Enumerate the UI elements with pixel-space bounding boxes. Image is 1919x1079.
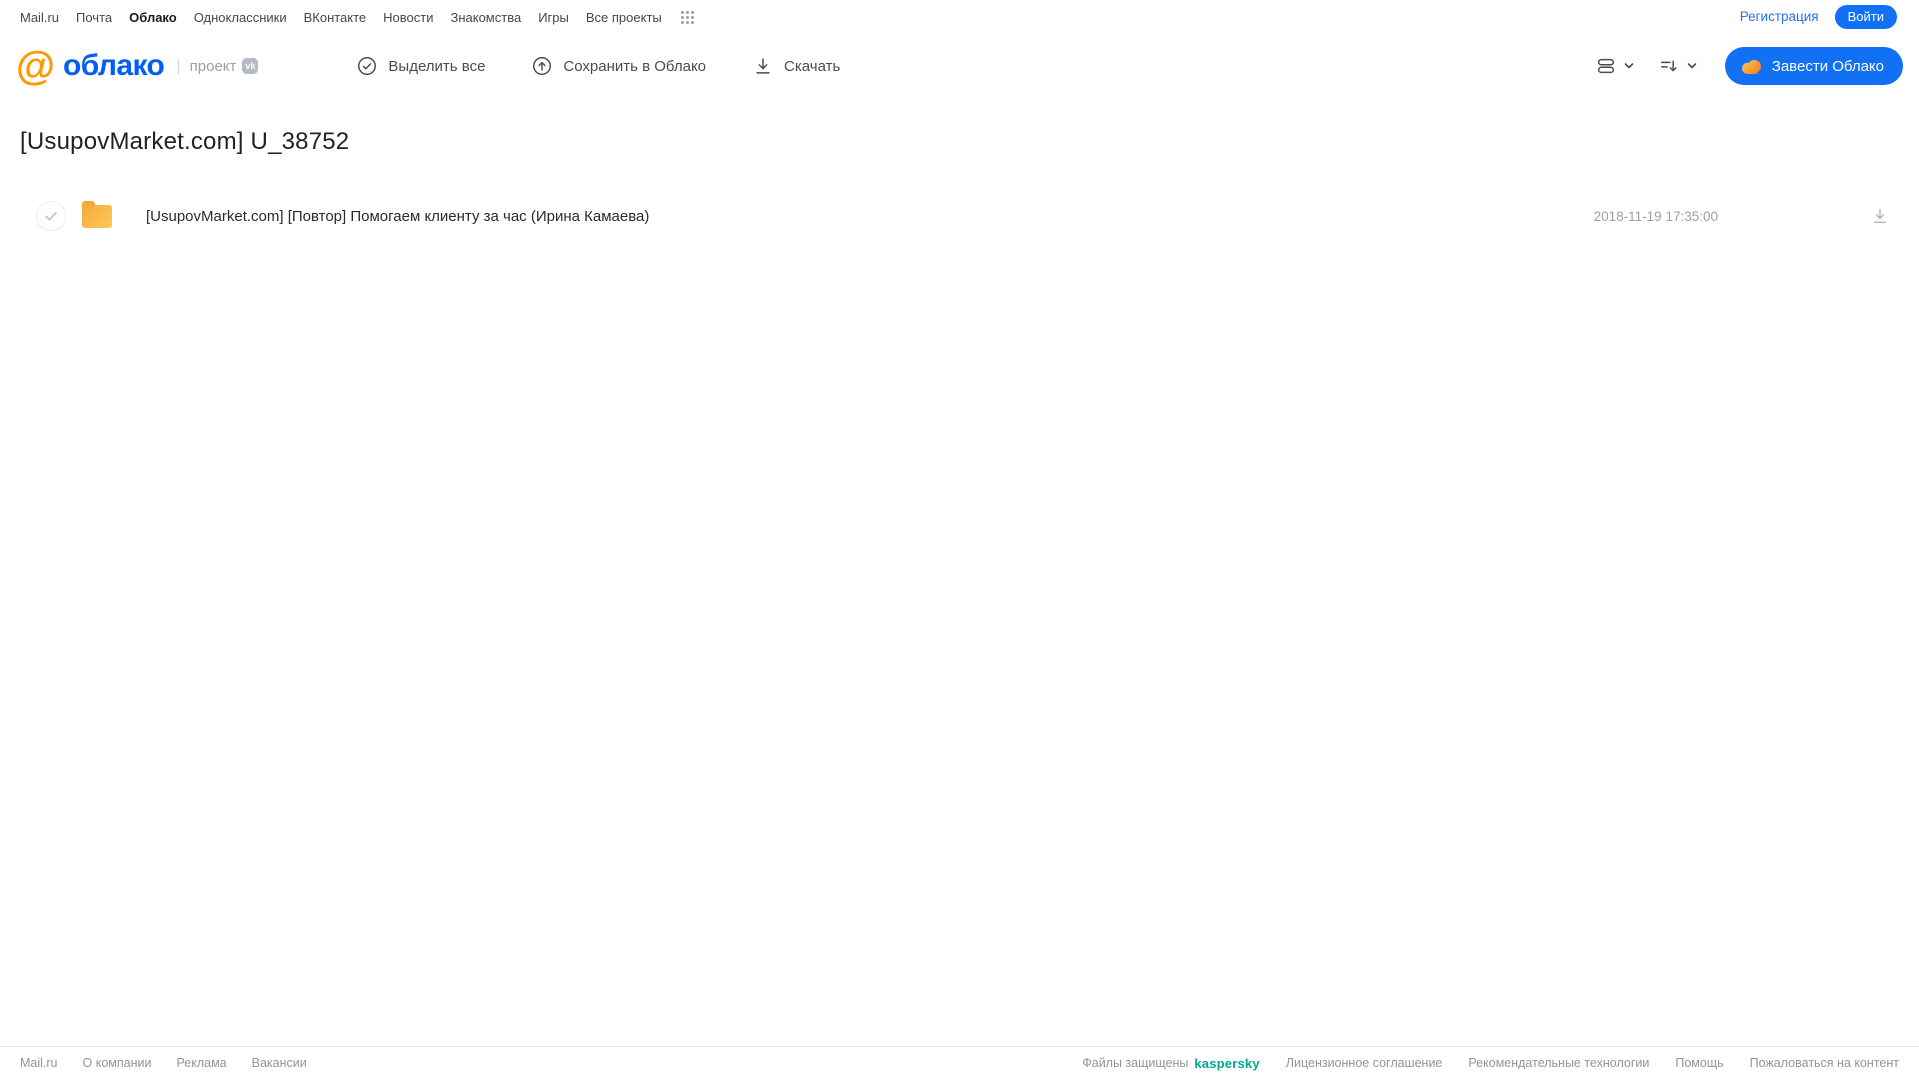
view-mode-dropdown[interactable] <box>1595 55 1636 77</box>
footer-jobs-link[interactable]: Вакансии <box>252 1056 307 1070</box>
footer-recommendation-link[interactable]: Рекомендательные технологии <box>1468 1056 1649 1070</box>
list-view-icon <box>1597 58 1614 74</box>
footer-ads-link[interactable]: Реклама <box>176 1056 226 1070</box>
cloud-logo-text: облако <box>63 49 165 82</box>
content-area: [UsupovMarket.com] U_38752 [UsupovMarket… <box>0 98 1919 1046</box>
file-row[interactable]: [UsupovMarket.com] [Повтор] Помогаем кли… <box>0 196 1919 236</box>
footer-help-link[interactable]: Помощь <box>1675 1056 1723 1070</box>
select-all-button[interactable]: Выделить все <box>356 55 485 77</box>
vk-project-label: проект <box>189 57 237 75</box>
kaspersky-logo[interactable]: kaspersky <box>1194 1056 1259 1071</box>
footer-license-link[interactable]: Лицензионное соглашение <box>1286 1056 1443 1070</box>
sort-icon <box>1660 60 1677 72</box>
nav-odnoklassniki[interactable]: Одноклассники <box>194 10 287 25</box>
download-button[interactable]: Скачать <box>752 55 840 77</box>
cloud-icon <box>1741 59 1761 74</box>
nav-novosti[interactable]: Новости <box>383 10 433 25</box>
download-icon <box>756 58 770 74</box>
check-circle-icon <box>358 57 377 75</box>
nav-mailru[interactable]: Mail.ru <box>20 10 59 25</box>
footer-mailru-link[interactable]: Mail.ru <box>20 1056 58 1070</box>
chevron-down-icon <box>1624 63 1634 69</box>
file-toolbar: Выделить все Сохранить в Облако Скачать <box>356 55 840 77</box>
footer-about-link[interactable]: О компании <box>83 1056 152 1070</box>
logo-divider: | <box>176 56 181 75</box>
file-checkbox[interactable] <box>36 201 66 231</box>
view-controls: Завести Облако <box>1595 47 1903 85</box>
sort-dropdown[interactable] <box>1658 55 1699 77</box>
apps-grid-icon[interactable] <box>680 10 695 25</box>
cloud-upload-icon <box>533 57 552 75</box>
file-date: 2018-11-19 17:35:00 <box>1593 208 1718 224</box>
footer-report-link[interactable]: Пожаловаться на контент <box>1750 1056 1899 1070</box>
download-label: Скачать <box>784 57 841 75</box>
cloud-header: @ облако | проект vk Выделить все Сохран… <box>0 34 1919 98</box>
check-icon <box>45 211 57 221</box>
portal-nav: Mail.ru Почта Облако Одноклассники ВКонт… <box>20 10 695 25</box>
file-download-button[interactable] <box>1870 206 1890 226</box>
vk-badge-icon: vk <box>242 58 259 74</box>
create-cloud-button[interactable]: Завести Облако <box>1724 47 1903 85</box>
cloud-share-page: Mail.ru Почта Облако Одноклассники ВКонт… <box>0 0 1919 1079</box>
registration-link[interactable]: Регистрация <box>1740 9 1819 24</box>
chevron-down-icon <box>1687 63 1697 69</box>
save-to-cloud-label: Сохранить в Облако <box>563 57 707 75</box>
cloud-logo[interactable]: @ облако | проект vk <box>16 44 259 88</box>
nav-all-projects[interactable]: Все проекты <box>586 10 662 25</box>
footer-left-links: Mail.ru О компании Реклама Вакансии <box>20 1056 307 1070</box>
nav-vkontakte[interactable]: ВКонтакте <box>304 10 367 25</box>
nav-znakomstva[interactable]: Знакомства <box>450 10 521 25</box>
login-button[interactable]: Войти <box>1834 4 1897 30</box>
kaspersky-protection: Файлы защищены kaspersky <box>1082 1056 1260 1071</box>
download-icon <box>1873 209 1887 223</box>
nav-igry[interactable]: Игры <box>538 10 569 25</box>
select-all-label: Выделить все <box>388 57 486 75</box>
folder-icon <box>82 200 112 228</box>
footer-right-links: Файлы защищены kaspersky Лицензионное со… <box>1082 1056 1899 1071</box>
portal-topbar: Mail.ru Почта Облако Одноклассники ВКонт… <box>0 0 1919 34</box>
page-footer: Mail.ru О компании Реклама Вакансии Файл… <box>0 1046 1919 1079</box>
create-cloud-label: Завести Облако <box>1771 57 1884 75</box>
protected-text: Файлы защищены <box>1082 1056 1189 1070</box>
save-to-cloud-button[interactable]: Сохранить в Облако <box>531 55 706 77</box>
file-name-link[interactable]: [UsupovMarket.com] [Повтор] Помогаем кли… <box>146 208 649 225</box>
mailru-at-icon: @ <box>16 44 56 88</box>
auth-area: Регистрация Войти <box>1740 4 1897 30</box>
nav-oblako[interactable]: Облако <box>129 10 177 25</box>
page-title: [UsupovMarket.com] U_38752 <box>20 128 350 155</box>
nav-pochta[interactable]: Почта <box>76 10 112 25</box>
